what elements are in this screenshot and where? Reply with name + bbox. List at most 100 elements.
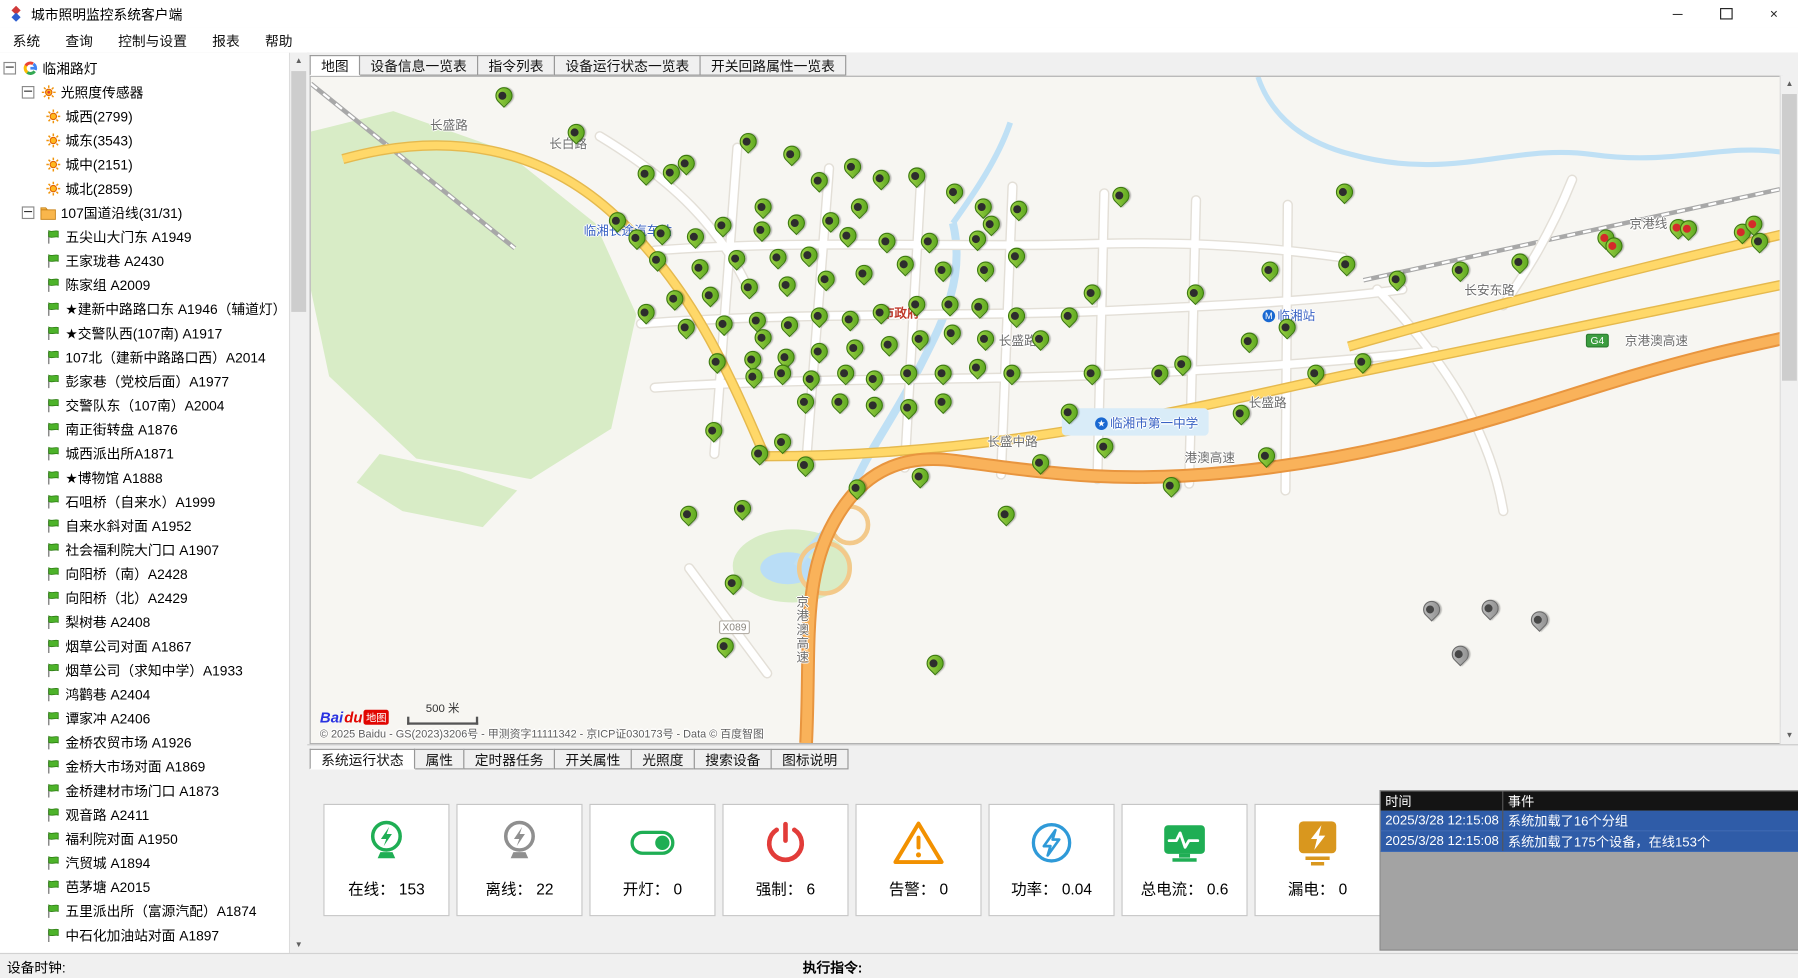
tree-item-1-19[interactable]: 鸿鹳巷 A2404: [0, 682, 290, 706]
map-marker-online[interactable]: [940, 321, 964, 345]
status-card-6[interactable]: 总电流： 0.6: [1121, 804, 1247, 916]
map-marker-online[interactable]: [807, 339, 831, 363]
tree-item-1-12[interactable]: 自来水斜对面 A1952: [0, 514, 290, 538]
map-marker-online[interactable]: [676, 502, 700, 526]
tree-item-1-28[interactable]: 五里派出所（富源汽配）A1874: [0, 899, 290, 923]
map-marker-online[interactable]: [624, 226, 648, 250]
bottom-tab-5[interactable]: 搜索设备: [694, 749, 772, 770]
event-row-1[interactable]: 2025/3/28 12:15:08系统加载了175个设备，在线153个: [1381, 831, 1798, 852]
map-marker-online[interactable]: [662, 287, 686, 311]
map-marker-offline[interactable]: [1419, 597, 1443, 621]
menu-item-4[interactable]: 帮助: [252, 28, 305, 53]
map-marker-online[interactable]: [869, 300, 893, 324]
tree-item-1-1[interactable]: 王家珑巷 A2430: [0, 249, 290, 273]
map-marker-online[interactable]: [844, 476, 868, 500]
map-marker-online[interactable]: [1057, 304, 1081, 328]
tree-scroll-thumb[interactable]: [291, 71, 306, 312]
tree-item-0-0[interactable]: 城西(2799): [0, 104, 290, 128]
bottom-tab-3[interactable]: 开关属性: [554, 749, 632, 770]
bottom-tab-2[interactable]: 定时器任务: [463, 749, 555, 770]
map-marker-online[interactable]: [833, 361, 857, 385]
map-marker-online[interactable]: [937, 292, 961, 316]
map-marker-online[interactable]: [965, 355, 989, 379]
map-marker-online[interactable]: [930, 390, 954, 414]
map-marker-online[interactable]: [765, 245, 789, 269]
map-marker-online[interactable]: [942, 180, 966, 204]
map-marker-online[interactable]: [904, 164, 928, 188]
map-marker-online[interactable]: [973, 258, 997, 282]
map-marker-offline[interactable]: [1448, 642, 1472, 666]
maximize-button[interactable]: [1702, 0, 1750, 28]
tree-item-1-17[interactable]: 烟草公司对面 A1867: [0, 634, 290, 658]
map-marker-online[interactable]: [862, 367, 886, 391]
tree-item-1-16[interactable]: 梨树巷 A2408: [0, 610, 290, 634]
map-marker-online[interactable]: [784, 211, 808, 235]
status-card-3[interactable]: 强制： 6: [722, 804, 848, 916]
map-marker-online[interactable]: [1385, 267, 1409, 291]
map-marker-online[interactable]: [698, 283, 722, 307]
scroll-up-icon[interactable]: ▲: [1781, 76, 1798, 93]
tree-item-1-5[interactable]: 107北（建新中路路口西）A2014: [0, 345, 290, 369]
map-marker-online[interactable]: [645, 248, 669, 272]
map-marker-online[interactable]: [1079, 281, 1103, 305]
scroll-down-icon[interactable]: ▼: [1781, 727, 1798, 744]
tree-item-0-3[interactable]: 城北(2859): [0, 177, 290, 201]
map-marker-online[interactable]: [973, 327, 997, 351]
status-card-0[interactable]: 在线： 153: [323, 804, 449, 916]
map-marker-online[interactable]: [1257, 258, 1281, 282]
map-marker-online[interactable]: [793, 390, 817, 414]
status-card-1[interactable]: 离线： 22: [456, 804, 582, 916]
status-card-4[interactable]: 告警： 0: [855, 804, 981, 916]
map-marker-online[interactable]: [847, 195, 871, 219]
scroll-up-icon[interactable]: ▲: [290, 53, 307, 70]
tree-expander-icon[interactable]: [3, 62, 16, 75]
map-scrollbar[interactable]: ▲ ▼: [1780, 76, 1798, 745]
map-marker-online[interactable]: [737, 275, 761, 299]
tree-item-1-26[interactable]: 汽贸城 A1894: [0, 851, 290, 875]
status-card-7[interactable]: 漏电： 0: [1254, 804, 1380, 916]
tree-root[interactable]: 临湘路灯: [0, 56, 290, 80]
map-marker-online[interactable]: [874, 229, 898, 253]
map-marker-online[interactable]: [893, 252, 917, 276]
tree-item-1-15[interactable]: 向阳桥（北）A2429: [0, 586, 290, 610]
tree-item-1-24[interactable]: 观音路 A2411: [0, 803, 290, 827]
map-marker-online[interactable]: [904, 292, 928, 316]
tree-scrollbar[interactable]: ▲ ▼: [289, 53, 307, 954]
map-marker-online[interactable]: [777, 313, 801, 337]
map-marker-online[interactable]: [705, 350, 729, 374]
tree-item-1-23[interactable]: 金桥建材市场门口 A1873: [0, 779, 290, 803]
map-marker-online[interactable]: [842, 336, 866, 360]
map-marker-online[interactable]: [967, 295, 991, 319]
menu-item-3[interactable]: 报表: [200, 28, 253, 53]
map-marker-online[interactable]: [1147, 361, 1171, 385]
map-marker-online[interactable]: [1028, 451, 1052, 475]
map-marker-online[interactable]: [796, 243, 820, 267]
map-marker-offline[interactable]: [1477, 596, 1501, 620]
map-marker-online[interactable]: [838, 307, 862, 331]
map-marker-online[interactable]: [999, 361, 1023, 385]
tree-item-1-2[interactable]: 陈家组 A2009: [0, 273, 290, 297]
map-tab-3[interactable]: 设备运行状态一览表: [554, 55, 701, 76]
map-marker-online[interactable]: [840, 155, 864, 179]
tree-item-1-29[interactable]: 中石化加油站对面 A1897: [0, 923, 290, 947]
map-marker-online[interactable]: [1332, 180, 1356, 204]
bottom-tab-4[interactable]: 光照度: [631, 749, 695, 770]
map-marker-online[interactable]: [877, 332, 901, 356]
map-marker-online[interactable]: [1006, 197, 1030, 221]
map-marker-online[interactable]: [1004, 304, 1028, 328]
tree-group-1[interactable]: 107国道沿线(31/31): [0, 201, 290, 225]
map-marker-online[interactable]: [674, 315, 698, 339]
map-marker-online[interactable]: [922, 651, 946, 675]
tree-item-1-22[interactable]: 金桥大市场对面 A1869: [0, 755, 290, 779]
map-marker-online[interactable]: [813, 267, 837, 291]
map-marker-online[interactable]: [1159, 473, 1183, 497]
map-marker-online[interactable]: [735, 129, 759, 153]
map-marker-online[interactable]: [730, 496, 754, 520]
map-tab-0[interactable]: 地图: [310, 55, 360, 76]
event-row-0[interactable]: 2025/3/28 12:15:08系统加载了16个分组: [1381, 811, 1798, 832]
map-marker-online[interactable]: [1274, 315, 1298, 339]
map-marker-online[interactable]: [807, 168, 831, 192]
tree-item-1-7[interactable]: 交警队东（107南）A2004: [0, 393, 290, 417]
map-marker-online[interactable]: [711, 312, 735, 336]
map-marker-online[interactable]: [1350, 350, 1374, 374]
